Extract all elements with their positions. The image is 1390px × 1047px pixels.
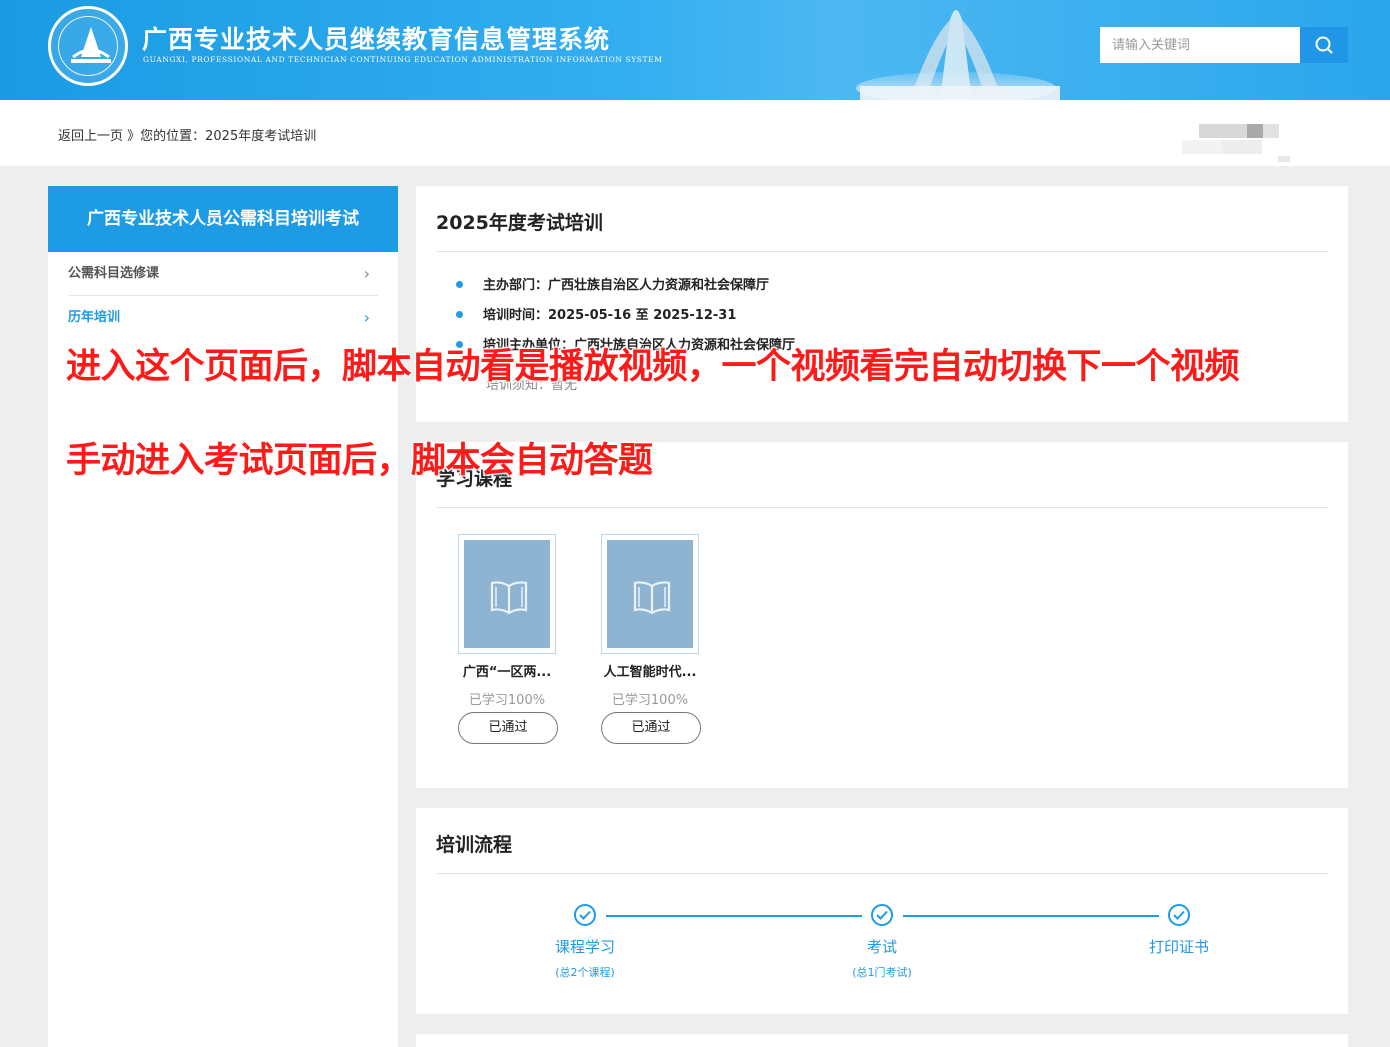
check-circle-icon <box>1168 904 1190 926</box>
process-step-label[interactable]: 考试 <box>817 936 947 957</box>
course-name[interactable]: 人工智能时代... <box>595 661 705 680</box>
sidebar-item-label: 历年培训 <box>68 310 121 325</box>
course-progress: 已学习100% <box>611 693 689 708</box>
sidebar-title: 广西专业技术人员公需科目培训考试 <box>48 186 398 252</box>
next-panel <box>416 1034 1348 1047</box>
site-header: 广西专业技术人员继续教育信息管理系统 GUANGXI, PROFESSIONAL… <box>0 0 1390 100</box>
course-panel: 学习课程 广西“一区两... 已学习100% 已通过 人工智能时代... 已学习… <box>416 442 1348 788</box>
sidebar: 广西专业技术人员公需科目培训考试 公需科目选修课 › 历年培训 › <box>48 186 398 1047</box>
logo-emblem-icon <box>71 27 111 63</box>
annotation-text: 手动进入考试页面后，脚本会自动答题 <box>66 441 653 481</box>
user-info-blurred[interactable] <box>1182 120 1292 164</box>
course-thumbnail[interactable] <box>601 534 699 654</box>
breadcrumb[interactable]: 返回上一页 》您的位置：2025年度考试培训 <box>58 125 316 144</box>
course-status-button[interactable]: 已通过 <box>458 712 558 744</box>
book-icon <box>490 581 528 615</box>
site-subtitle: GUANGXI, PROFESSIONAL AND TECHNICIAN CON… <box>143 55 663 64</box>
panel-title: 2025年度考试培训 <box>436 212 603 234</box>
building-illustration <box>856 10 1060 100</box>
site-title: 广西专业技术人员继续教育信息管理系统 <box>142 25 611 54</box>
check-circle-icon <box>871 904 893 926</box>
search-input[interactable] <box>1100 27 1300 63</box>
process-step-label[interactable]: 打印证书 <box>1114 936 1244 957</box>
check-circle-icon <box>574 904 596 926</box>
sidebar-item-past-training[interactable]: 历年培训 › <box>68 296 378 340</box>
breadcrumb-bar: 返回上一页 》您的位置：2025年度考试培训 <box>0 100 1390 166</box>
bullet-icon <box>456 311 463 318</box>
divider <box>436 251 1328 252</box>
course-name[interactable]: 广西“一区两... <box>452 661 562 680</box>
search-icon <box>1315 36 1333 54</box>
process-step-sub: (总1门考试) <box>852 966 912 979</box>
site-logo[interactable] <box>48 6 128 86</box>
divider <box>436 507 1328 508</box>
panel-title: 培训流程 <box>436 834 513 856</box>
process-step-sub: (总2个课程) <box>555 966 615 979</box>
process-step-label[interactable]: 课程学习 <box>520 936 650 957</box>
course-thumbnail[interactable] <box>458 534 556 654</box>
divider <box>436 873 1328 874</box>
process-connector <box>606 915 862 917</box>
sidebar-item-label: 公需科目选修课 <box>68 266 160 281</box>
info-row-department: 主办部门：广西壮族自治区人力资源和社会保障厅 <box>456 274 769 293</box>
search-button[interactable] <box>1300 27 1348 63</box>
chevron-right-icon: › <box>363 264 370 283</box>
process-panel: 培训流程 课程学习 (总2个课程) 考试 (总1门考试) 打印证书 <box>416 808 1348 1014</box>
chevron-right-icon: › <box>363 308 370 327</box>
course-status-button[interactable]: 已通过 <box>601 712 701 744</box>
info-row-time: 培训时间：2025-05-16 至 2025-12-31 <box>456 304 736 323</box>
sidebar-item-elective[interactable]: 公需科目选修课 › <box>68 252 378 296</box>
process-connector <box>903 915 1159 917</box>
book-icon <box>633 581 671 615</box>
course-progress: 已学习100% <box>468 693 546 708</box>
bullet-icon <box>456 281 463 288</box>
annotation-text: 进入这个页面后，脚本自动看是播放视频，一个视频看完自动切换下一个视频 <box>66 347 1240 387</box>
